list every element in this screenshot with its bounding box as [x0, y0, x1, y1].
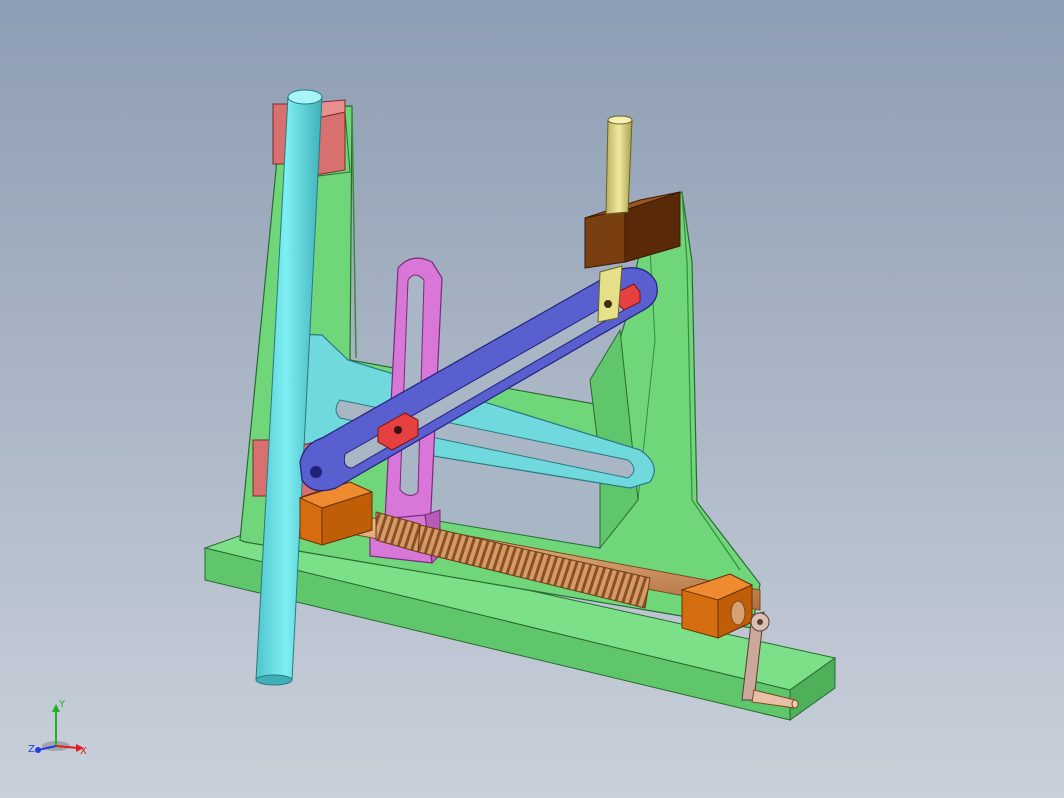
cad-viewport[interactable]: Y X Z — [0, 0, 1064, 798]
y-axis-label: Y — [58, 699, 66, 710]
axis-triad: Y X Z — [28, 699, 87, 757]
top-pin[interactable] — [605, 115, 633, 215]
x-axis-label: X — [80, 746, 87, 757]
z-axis-label: Z — [28, 744, 35, 755]
pin-clevis[interactable] — [597, 265, 623, 323]
mechanism-model[interactable] — [0, 0, 1064, 798]
